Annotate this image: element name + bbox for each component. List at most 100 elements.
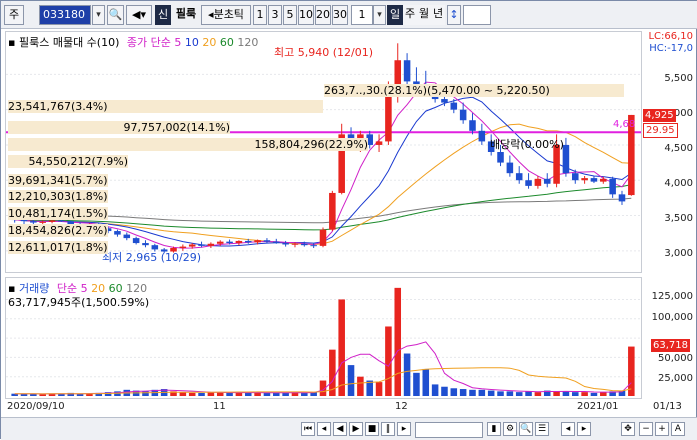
search-icon[interactable]: 🔍 <box>107 5 124 25</box>
candle-body <box>590 178 598 182</box>
legend-main: 필룩스 매물대 수(10) <box>18 36 120 49</box>
zoom-slider[interactable] <box>415 422 483 438</box>
date-label: 11 <box>213 401 226 412</box>
scroll-left-icon[interactable]: ◂ <box>561 422 575 436</box>
volume-bar <box>375 382 383 396</box>
candle-body <box>497 152 504 163</box>
volume-bar <box>478 389 486 396</box>
legend-ma5: 5 <box>174 36 182 49</box>
price-tick: 4,500 <box>664 143 693 154</box>
updown-icon[interactable]: ↕ <box>447 5 461 25</box>
volume-bar <box>497 391 504 396</box>
font-icon[interactable]: A <box>671 422 685 436</box>
volume-bar <box>469 389 476 396</box>
scroll-icon[interactable]: ▮ <box>487 422 501 436</box>
market-select[interactable]: 주 <box>4 5 24 25</box>
pause-icon[interactable]: ‖ <box>381 422 395 436</box>
zoom-in-icon[interactable]: + <box>655 422 669 436</box>
date-label: 2021/01 <box>577 401 619 412</box>
volume-bar <box>553 391 560 396</box>
step-back-icon[interactable]: ◀ <box>333 422 347 436</box>
search-icon[interactable]: 🔍 <box>519 422 533 436</box>
code-dropdown-icon[interactable]: ▾ <box>92 5 105 25</box>
period-10-button[interactable]: 10 <box>298 5 314 25</box>
vp-row-6: 12,210,303(1.8%) <box>8 190 108 203</box>
legend-ma20: 20 <box>202 36 217 49</box>
vp-row-5: 39,691,341(5.7%) <box>8 174 108 187</box>
candle-body <box>30 221 37 223</box>
interval-dropdown-icon[interactable]: ▾ <box>373 5 386 25</box>
candle-body <box>506 162 514 174</box>
lc-info: LC:66,10 <box>648 31 693 42</box>
price-chart-panel[interactable]: ▪ 필룩스 매물대 수(10) 종가 단순 5 10 20 60 120 최고 … <box>5 31 642 273</box>
volume-tick: 125,000 <box>651 291 693 302</box>
candle-body <box>543 178 551 184</box>
volume-bar <box>226 392 233 396</box>
unit-week-button[interactable]: 주 <box>403 5 417 25</box>
legend-ma120: 120 <box>237 36 259 49</box>
volume-bar <box>39 394 46 396</box>
zoom-out-icon[interactable]: − <box>639 422 653 436</box>
candle-body <box>301 243 308 246</box>
period-1-button[interactable]: 1 <box>253 5 267 25</box>
price-tick: 4,000 <box>664 178 693 189</box>
volume-bar <box>263 392 271 396</box>
settings-icon[interactable]: ⚙ <box>503 422 517 436</box>
play-icon[interactable]: ▶ <box>349 422 363 436</box>
volume-bar <box>506 391 514 396</box>
scroll-right-icon[interactable]: ▸ <box>577 422 591 436</box>
last-price-tag: 4,925 <box>643 109 676 122</box>
first-icon[interactable]: ⏮ <box>301 422 315 436</box>
menu-icon[interactable]: ☰ <box>535 422 549 436</box>
candle-body <box>385 95 392 142</box>
candle-body <box>291 243 299 245</box>
unit-day-button[interactable]: 일 <box>387 5 403 25</box>
volume-bar <box>394 287 402 396</box>
vp-row-8: 18,454,826(2.7%) <box>8 224 108 237</box>
candle-body <box>525 180 532 186</box>
speaker-icon[interactable]: ◀▾ <box>126 5 152 25</box>
candle-body <box>618 194 626 202</box>
period-20-button[interactable]: 20 <box>315 5 331 25</box>
toolbar: 주 033180 ▾ 🔍 ◀▾ 신 필룩 ◂분초틱 1 3 5 10 20 30… <box>1 1 697 29</box>
volume-bar <box>357 376 364 396</box>
period-5-button[interactable]: 5 <box>283 5 297 25</box>
candle-body <box>142 243 149 246</box>
period-30-button[interactable]: 30 <box>332 5 348 25</box>
volume-bar <box>459 389 467 396</box>
vp-row-3: 158,804,296(22.9%) <box>8 138 368 151</box>
volume-bar <box>282 392 289 396</box>
hc-info: HC:-17,0 <box>649 43 693 54</box>
volume-bar <box>450 388 458 396</box>
unit-month-button[interactable]: 월 <box>417 5 431 25</box>
interval-input[interactable]: 1 <box>351 5 373 25</box>
prev-icon[interactable]: ◂ <box>317 422 331 436</box>
volume-tick: 100,000 <box>651 312 693 323</box>
move-icon[interactable]: ✥ <box>621 422 635 436</box>
stop-icon[interactable]: ■ <box>365 422 379 436</box>
unit-year-button[interactable]: 년 <box>431 5 445 25</box>
period-3-button[interactable]: 3 <box>268 5 282 25</box>
price-tick: 3,000 <box>664 248 693 259</box>
next-icon[interactable]: ▸ <box>397 422 411 436</box>
legend-ma10: 10 <box>184 36 199 49</box>
volume-bar <box>385 326 392 396</box>
candle-body <box>114 231 121 235</box>
volume-bar <box>244 392 252 396</box>
minute-tick-button[interactable]: ◂분초틱 <box>201 5 251 25</box>
extra-input[interactable] <box>463 5 491 25</box>
volume-bar <box>515 392 523 396</box>
dividend-annotation: 배당락(0.00%) <box>490 138 564 151</box>
volume-tick: 50,000 <box>658 353 693 364</box>
volume-chart-panel[interactable]: ▪ 거래량 단순 5 20 60 120 63,717,945주(1,500.5… <box>5 277 642 399</box>
legend-bullet: ▪ <box>8 36 16 49</box>
vp-row-1: 23,541,767(3.4%) <box>8 100 323 113</box>
volume-bar <box>338 299 345 396</box>
high-annotation: 최고 5,940 (12/01) <box>274 46 374 59</box>
volume-value: 63,717,945주(1,500.59%) <box>8 296 150 309</box>
stock-code-input[interactable]: 033180 <box>39 5 91 25</box>
volume-bar <box>581 392 588 396</box>
credit-badge[interactable]: 신 <box>155 5 171 25</box>
candle-body <box>207 243 215 246</box>
price-axis: LC:66,10 HC:-17,0 5,500 5,000 4,925 29.9… <box>643 31 695 273</box>
